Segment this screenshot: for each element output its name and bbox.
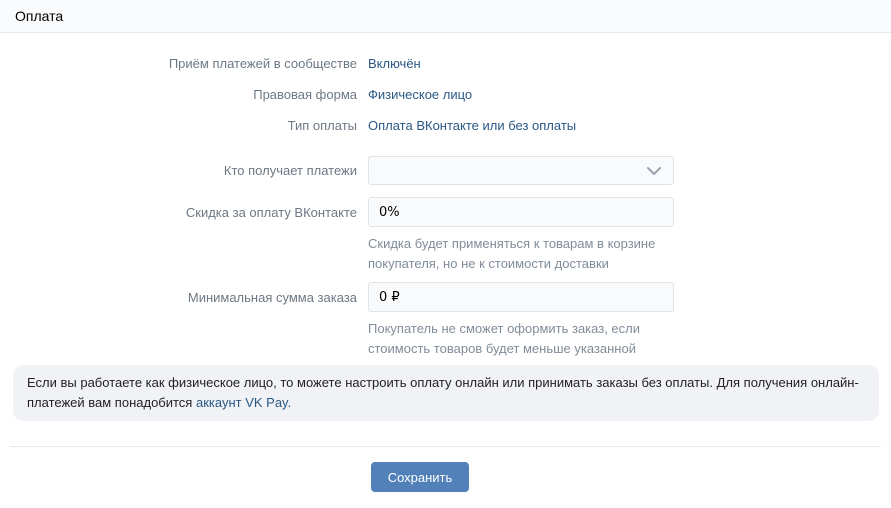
min-order-sum-input[interactable]	[368, 282, 674, 312]
form-row-payment-type: Тип оплаты Оплата ВКонтакте или без опла…	[0, 110, 891, 141]
page-header: Оплата	[0, 0, 891, 33]
payment-type-label: Тип оплаты	[0, 118, 357, 133]
vk-discount-input[interactable]	[368, 197, 674, 227]
footer-divider	[10, 446, 881, 447]
vk-discount-hint: Скидка будет применяться к товарам в кор…	[368, 234, 674, 274]
payment-recipient-select[interactable]	[368, 156, 674, 185]
min-order-sum-hint: Покупатель не сможет оформить заказ, есл…	[368, 319, 674, 359]
payment-recipient-label: Кто получает платежи	[0, 163, 357, 178]
form-row-vk-discount: Скидка за оплату ВКонтакте Скидка будет …	[0, 197, 891, 274]
save-button[interactable]: Сохранить	[371, 462, 470, 492]
info-box-text: Если вы работаете как физическое лицо, т…	[27, 375, 859, 410]
vk-pay-account-link[interactable]: аккаунт VK Pay.	[196, 395, 291, 410]
form-row-legal-form: Правовая форма Физическое лицо	[0, 79, 891, 110]
payments-acceptance-label: Приём платежей в сообществе	[0, 56, 357, 71]
legal-form-value-link[interactable]: Физическое лицо	[368, 87, 472, 102]
legal-form-label: Правовая форма	[0, 87, 357, 102]
payments-acceptance-value-link[interactable]: Включён	[368, 56, 421, 71]
payment-settings-form: Приём платежей в сообществе Включён Прав…	[0, 33, 891, 359]
payment-type-value-link[interactable]: Оплата ВКонтакте или без оплаты	[368, 118, 576, 133]
min-order-sum-label: Минимальная сумма заказа	[0, 290, 357, 305]
chevron-down-icon	[647, 166, 661, 175]
form-row-min-order-sum: Минимальная сумма заказа Покупатель не с…	[0, 282, 891, 359]
form-row-payments-acceptance: Приём платежей в сообществе Включён	[0, 48, 891, 79]
form-row-payment-recipient: Кто получает платежи	[0, 156, 891, 185]
page-title: Оплата	[15, 8, 63, 24]
footer: Сохранить	[0, 462, 840, 492]
vk-discount-label: Скидка за оплату ВКонтакте	[0, 205, 357, 220]
info-box: Если вы работаете как физическое лицо, т…	[13, 365, 879, 421]
